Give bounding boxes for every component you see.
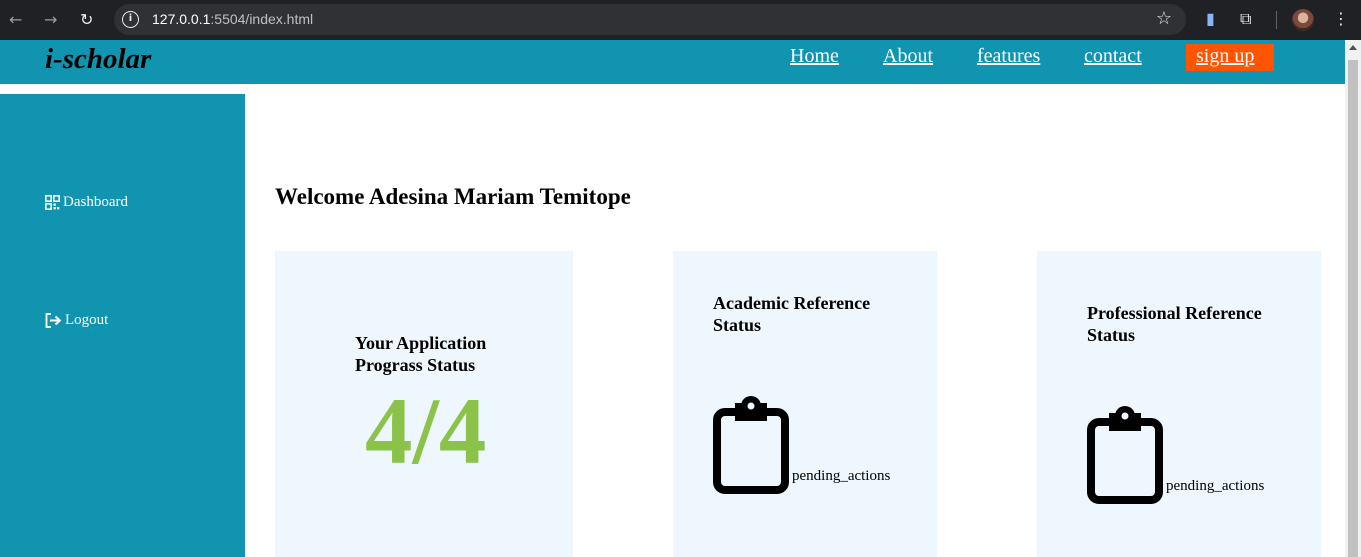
sidebar: Dashboard Logout: [0, 94, 245, 557]
card-title-line: Prograss Status: [355, 355, 476, 375]
logout-icon: [45, 313, 62, 328]
nav-features-link[interactable]: features: [977, 45, 1040, 68]
site-info-icon[interactable]: i: [122, 11, 139, 28]
address-bar[interactable]: i 127.0.0.1:5504/index.html ☆: [114, 4, 1186, 35]
card-title-line: Professional Reference: [1087, 303, 1262, 323]
bookmark-star-icon[interactable]: ☆: [1156, 8, 1172, 29]
site-logo[interactable]: i-scholar: [45, 43, 151, 76]
scrollbar-thumb[interactable]: [1348, 60, 1358, 557]
pending-actions-text: pending_actions: [792, 468, 891, 484]
signup-label: sign up: [1196, 45, 1255, 67]
progress-value: 4/4: [365, 378, 487, 484]
clipboard-icon: [1087, 406, 1163, 504]
page-scrollbar[interactable]: [1345, 40, 1361, 557]
card-title: Academic Reference Status: [713, 292, 870, 336]
academic-reference-card: Academic Reference Status pending_action…: [673, 251, 937, 557]
sidebar-item-dashboard[interactable]: Dashboard: [45, 194, 128, 211]
professional-reference-card: Professional Reference Status pending_ac…: [1037, 251, 1321, 557]
reload-icon[interactable]: ↻: [80, 11, 93, 29]
clipboard-icon: [713, 396, 789, 494]
nav-home-link[interactable]: Home: [790, 45, 839, 68]
sidebar-item-label: Logout: [65, 312, 109, 328]
forward-icon[interactable]: →: [44, 11, 57, 29]
back-icon[interactable]: ←: [9, 11, 22, 29]
toolbar-divider: [1276, 11, 1277, 29]
browser-menu-icon[interactable]: ⋮: [1333, 10, 1349, 28]
docs-extension-icon[interactable]: ▮: [1206, 10, 1215, 28]
sidebar-item-label: Dashboard: [63, 194, 128, 210]
application-progress-card: Your Application Prograss Status 4/4: [275, 251, 573, 557]
extensions-icon[interactable]: ⧉: [1240, 10, 1251, 28]
card-title-line: Status: [713, 315, 762, 335]
nav-about-link[interactable]: About: [883, 45, 933, 68]
profile-avatar[interactable]: [1292, 9, 1314, 31]
url-text[interactable]: 127.0.0.1:5504/index.html: [152, 11, 313, 27]
nav-contact-link[interactable]: contact: [1084, 45, 1142, 68]
card-title-line: Academic Reference: [713, 293, 871, 313]
card-title: Professional Reference Status: [1087, 302, 1262, 346]
signup-button[interactable]: sign up: [1186, 44, 1274, 71]
card-title-line: Your Application: [355, 333, 487, 353]
site-header: i-scholar Home About features contact si…: [0, 40, 1345, 84]
browser-toolbar: ← → ↻ i 127.0.0.1:5504/index.html ☆ ▮ ⧉ …: [0, 0, 1361, 40]
pending-actions-text: pending_actions: [1166, 478, 1265, 494]
welcome-heading: Welcome Adesina Mariam Temitope: [275, 184, 631, 209]
card-title: Your Application Prograss Status: [355, 332, 486, 376]
dashboard-icon: [45, 195, 60, 210]
scroll-up-arrow[interactable]: [1349, 45, 1357, 50]
card-title-line: Status: [1087, 325, 1136, 345]
sidebar-item-logout[interactable]: Logout: [45, 312, 108, 329]
